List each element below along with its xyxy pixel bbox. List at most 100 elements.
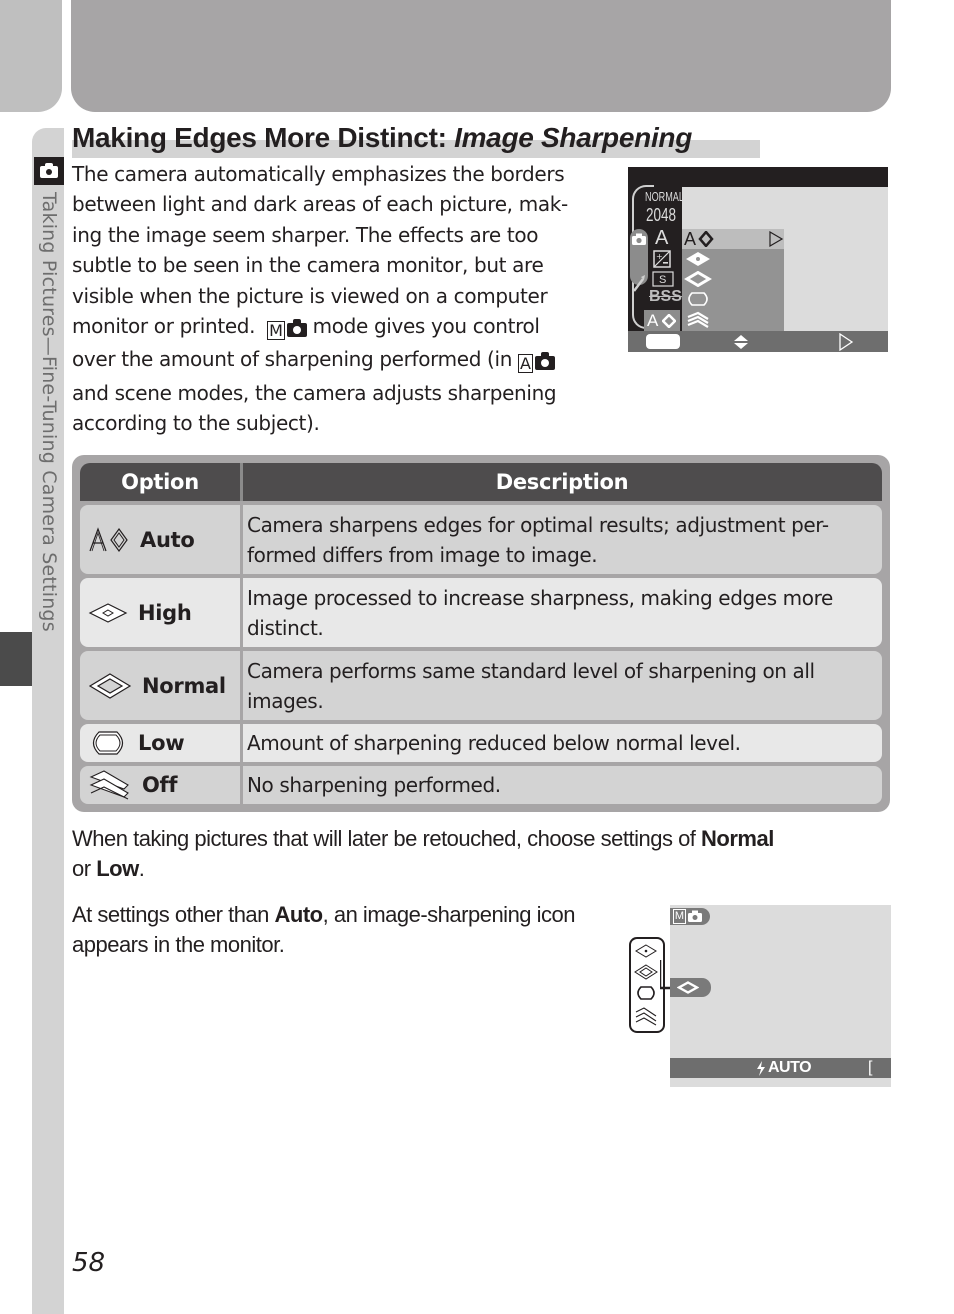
table-row: Auto Camera sharpens edges for optimal r… [80, 502, 882, 577]
note-text: At settings other than [72, 902, 275, 927]
table-row: Off No sharpening performed. [80, 763, 882, 807]
mode-letter: M [673, 909, 686, 924]
camera-icon [34, 157, 64, 185]
description-cell: No sharpening performed. [247, 773, 501, 797]
menu-right-arrow-icon[interactable] [768, 231, 784, 247]
intro-line: over the amount of sharpening performed … [72, 344, 600, 377]
menu-item-auto-label[interactable]: A [684, 229, 696, 250]
option-label: Normal [142, 673, 226, 698]
quality-label: NORMAL [645, 189, 684, 204]
description-line: distinct. [247, 615, 324, 640]
exposure-comp-icon: + [653, 250, 671, 268]
sharpen-low-icon [637, 986, 655, 1000]
description-line: Camera sharpens edges for optimal result… [247, 512, 829, 537]
manual-camera-mode-icon: M [267, 314, 307, 344]
intro-line: monitor or printed. M mode gives you con… [72, 311, 600, 344]
auto-camera-mode-icon: A [518, 347, 555, 377]
page-title: Making Edges More Distinct: Image Sharpe… [72, 122, 692, 154]
page-number: 58 [72, 1248, 106, 1278]
intro-line: according to the subject). [72, 411, 320, 436]
description-line: Camera performs same standard level of s… [247, 658, 815, 683]
note-text: . [138, 856, 145, 881]
option-cell: Low [88, 724, 238, 762]
option-cell: Off [88, 766, 238, 804]
note-bold-low: Low [96, 856, 139, 881]
sharpen-off-icon[interactable] [684, 311, 712, 329]
camera-icon [688, 910, 702, 922]
intro-text: monitor or printed. [72, 314, 268, 339]
description-cell: Camera performs same standard level of s… [247, 651, 878, 720]
sharpen-high-icon[interactable] [684, 251, 712, 267]
note-text: When taking pictures that will later be … [72, 826, 702, 851]
retouch-note: When taking pictures that will later be … [72, 824, 902, 884]
sharpening-indicator [670, 978, 711, 997]
sharpen-off-icon [89, 770, 129, 800]
intro-line: visible when the picture is viewed on a … [72, 283, 548, 308]
note-bold-auto: Auto [274, 902, 324, 927]
wrench-icon [633, 275, 645, 292]
white-balance-label: A [655, 227, 669, 249]
option-cell: Normal [88, 651, 238, 720]
intro-line: ing the image seem sharper. The effects … [72, 222, 539, 247]
camera-menu-screen: NORMAL 2048 A + S BSS A A [628, 167, 888, 352]
option-cell: Auto [88, 505, 238, 574]
intro-text: mode gives you control [306, 314, 540, 339]
sharpen-diamond-icon [662, 314, 676, 328]
intro-line: subtle to be seen in the camera monitor,… [72, 253, 544, 278]
flash-mode-label: AUTO [768, 1059, 812, 1076]
callout-pointer [660, 960, 670, 990]
option-label: High [138, 600, 192, 625]
description-line: Image processed to increase sharpness, m… [247, 585, 833, 610]
intro-line: between light and dark areas of each pic… [72, 192, 568, 217]
note-text: or [72, 856, 97, 881]
sharpen-normal-icon [677, 981, 699, 994]
top-left-tab-decoration [0, 0, 62, 112]
svg-text:S: S [659, 274, 666, 286]
sharpen-high-icon [635, 944, 657, 958]
size-label: 2048 [646, 205, 677, 225]
camera-icon [632, 233, 646, 245]
option-label: Auto [140, 527, 195, 552]
title-plain: Making Edges More Distinct: [72, 122, 455, 153]
sharpen-normal-icon [88, 672, 132, 699]
mode-letter: M [267, 321, 285, 341]
intro-text: over the amount of sharpening performed … [72, 347, 519, 372]
sharpen-auto-icon [698, 231, 714, 247]
sharpen-low-icon[interactable] [684, 291, 712, 307]
description-cell: Camera sharpens edges for optimal result… [247, 505, 878, 574]
table-row: Normal Camera performs same standard lev… [80, 648, 882, 723]
option-label: Low [138, 731, 185, 755]
title-italic: Image Sharpening [454, 122, 693, 153]
intro-line: The camera automatically emphasizes the … [72, 162, 565, 186]
section-marker [0, 632, 32, 686]
sharpness-setting-icon: S [652, 271, 674, 287]
sharpen-high-icon [88, 602, 128, 623]
column-header-option: Option [121, 470, 199, 494]
right-arrow-icon [839, 333, 854, 351]
focus-bracket: [ [868, 1059, 873, 1076]
sharpening-options-table: Option Description Auto Camera sharpens … [72, 455, 890, 812]
option-label: Off [142, 773, 178, 797]
sharpen-normal-icon [634, 964, 658, 980]
description-line: images. [247, 688, 324, 713]
option-cell: High [88, 578, 238, 647]
sharpen-off-icon [635, 1007, 657, 1026]
description-line: formed differs from image to image. [247, 542, 598, 567]
mode-letter: A [518, 354, 533, 374]
current-sharpening-label: A [647, 311, 659, 330]
sharpen-low-icon [92, 731, 124, 755]
sharpen-auto-icon [89, 526, 128, 552]
column-header-description: Description [495, 470, 629, 494]
table-row: High Image processed to increase sharpne… [80, 575, 882, 650]
intro-line: and scene modes, the camera adjusts shar… [72, 380, 557, 405]
intro-paragraph: The camera automatically emphasizes the … [72, 159, 600, 439]
svg-text:+: + [656, 252, 663, 261]
flash-icon [757, 1061, 765, 1076]
menu-button-indicator [646, 334, 680, 349]
top-banner [71, 0, 891, 112]
sharpen-normal-icon[interactable] [684, 271, 712, 287]
bss-label: BSS [649, 288, 682, 305]
description-cell: Amount of sharpening reduced below norma… [247, 731, 741, 755]
monitor-screen: M AUTO [ [670, 905, 891, 1087]
section-tab-label: Taking Pictures—Fine-Tuning Camera Setti… [38, 192, 60, 632]
